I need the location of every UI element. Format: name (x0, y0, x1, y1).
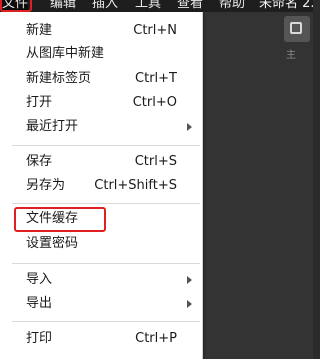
menu-item-open[interactable]: 打开 Ctrl+O (0, 92, 202, 114)
menu-item-new-tab[interactable]: 新建标签页 Ctrl+T (0, 68, 202, 90)
menu-item-label: 最近打开 (26, 119, 79, 134)
menu-item-label: 设置密码 (26, 236, 79, 251)
menu-item-label: 从图库中新建 (26, 46, 105, 61)
menu-item-label: 另存为 (26, 178, 66, 193)
format-panel-icon[interactable] (284, 16, 310, 42)
menu-item-file-cache[interactable]: 文件缓存 (0, 208, 202, 230)
menu-item-label: 打印 (26, 331, 53, 346)
menu-item-label: 导出 (26, 296, 53, 311)
menu-item-set-password[interactable]: 设置密码 (0, 233, 202, 255)
menu-item-print[interactable]: 打印 Ctrl+P (0, 328, 202, 350)
menu-separator (12, 145, 200, 146)
menu-separator (12, 263, 200, 264)
menu-file[interactable]: 文件 (2, 0, 29, 12)
menu-separator (12, 321, 200, 322)
menu-help[interactable]: 帮助 (219, 0, 245, 12)
menu-item-shortcut: Ctrl+P (135, 331, 177, 346)
menu-tools[interactable]: 工具 (135, 0, 161, 12)
menu-item-open-recent[interactable]: 最近打开 (0, 116, 202, 138)
menu-item-new-from-gallery[interactable]: 从图库中新建 (0, 43, 202, 65)
menu-item-label: 导入 (26, 272, 53, 287)
submenu-arrow-icon (187, 123, 192, 131)
menu-separator (12, 203, 200, 204)
menu-item-import[interactable]: 导入 (0, 269, 202, 291)
menu-item-shortcut: Ctrl+T (135, 71, 177, 86)
menu-item-label: 新建标签页 (26, 71, 92, 86)
menu-item-new[interactable]: 新建 Ctrl+N (0, 20, 202, 42)
menu-item-shortcut: Ctrl+S (134, 154, 177, 169)
document-title: 未命名 2.x (259, 0, 313, 11)
menu-item-export[interactable]: 导出 (0, 293, 202, 315)
menu-item-shortcut: Ctrl+Shift+S (94, 178, 177, 193)
menu-item-save-as[interactable]: 另存为 Ctrl+Shift+S (0, 175, 202, 197)
menu-item-label: 保存 (26, 154, 53, 169)
submenu-arrow-icon (187, 300, 192, 308)
menu-item-save[interactable]: 保存 Ctrl+S (0, 151, 202, 173)
menubar: 文件 编辑 插入 工具 查看 帮助 未命名 2.x (0, 0, 313, 12)
menu-edit[interactable]: 编辑 (50, 0, 76, 12)
menu-item-label: 文件缓存 (26, 211, 79, 226)
menu-item-shortcut: Ctrl+N (133, 23, 177, 38)
menu-insert[interactable]: 插入 (92, 0, 118, 12)
menu-item-label: 打开 (26, 95, 53, 110)
submenu-arrow-icon (187, 276, 192, 284)
background-toolbar-area (203, 12, 313, 359)
background-side-label: 主 (286, 50, 296, 61)
menu-item-shortcut: Ctrl+O (132, 95, 177, 110)
menu-view[interactable]: 查看 (177, 0, 203, 12)
file-menu-dropdown: 新建 Ctrl+N 从图库中新建 新建标签页 Ctrl+T 打开 Ctrl+O … (0, 12, 203, 359)
menu-item-label: 新建 (26, 23, 53, 38)
